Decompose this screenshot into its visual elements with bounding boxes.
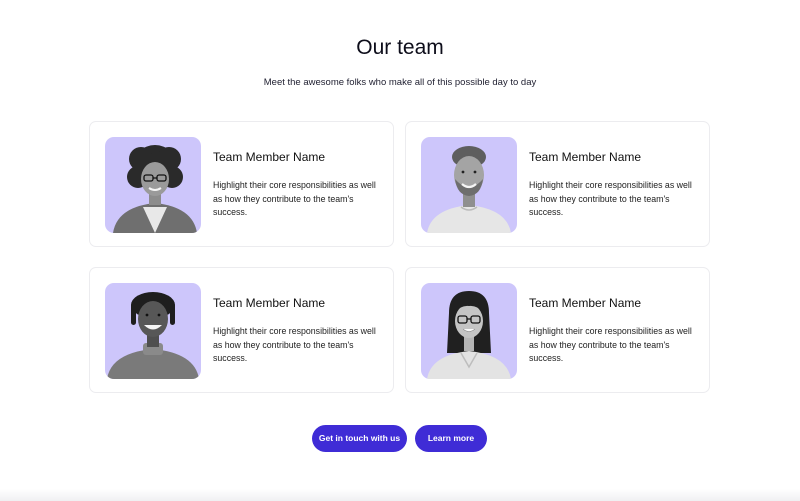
member-photo xyxy=(421,283,517,379)
team-member-card: Team Member Name Highlight their core re… xyxy=(89,267,394,393)
member-name: Team Member Name xyxy=(213,296,326,310)
member-description: Highlight their core responsibilities as… xyxy=(213,326,376,363)
member-description: Highlight their core responsibilities as… xyxy=(529,326,692,363)
section-subtitle: Meet the awesome folks who make all of t… xyxy=(263,77,537,88)
page-bottom-edge xyxy=(0,489,800,501)
member-description: Highlight their core responsibilities as… xyxy=(213,180,376,217)
learn-more-button[interactable]: Learn more xyxy=(415,425,487,452)
get-in-touch-button[interactable]: Get in touch with us xyxy=(312,425,407,452)
team-member-card: Team Member Name Highlight their core re… xyxy=(405,267,710,393)
member-photo xyxy=(105,137,201,233)
team-member-card: Team Member Name Highlight their core re… xyxy=(405,121,710,247)
member-description: Highlight their core responsibilities as… xyxy=(529,180,692,217)
team-member-card: Team Member Name Highlight their core re… xyxy=(89,121,394,247)
member-name: Team Member Name xyxy=(213,150,326,164)
member-name: Team Member Name xyxy=(529,150,642,164)
member-photo xyxy=(421,137,517,233)
team-section: Our team Meet the awesome folks who make… xyxy=(0,0,800,501)
member-name: Team Member Name xyxy=(529,296,642,310)
section-title: Our team xyxy=(356,36,444,59)
member-photo xyxy=(105,283,201,379)
